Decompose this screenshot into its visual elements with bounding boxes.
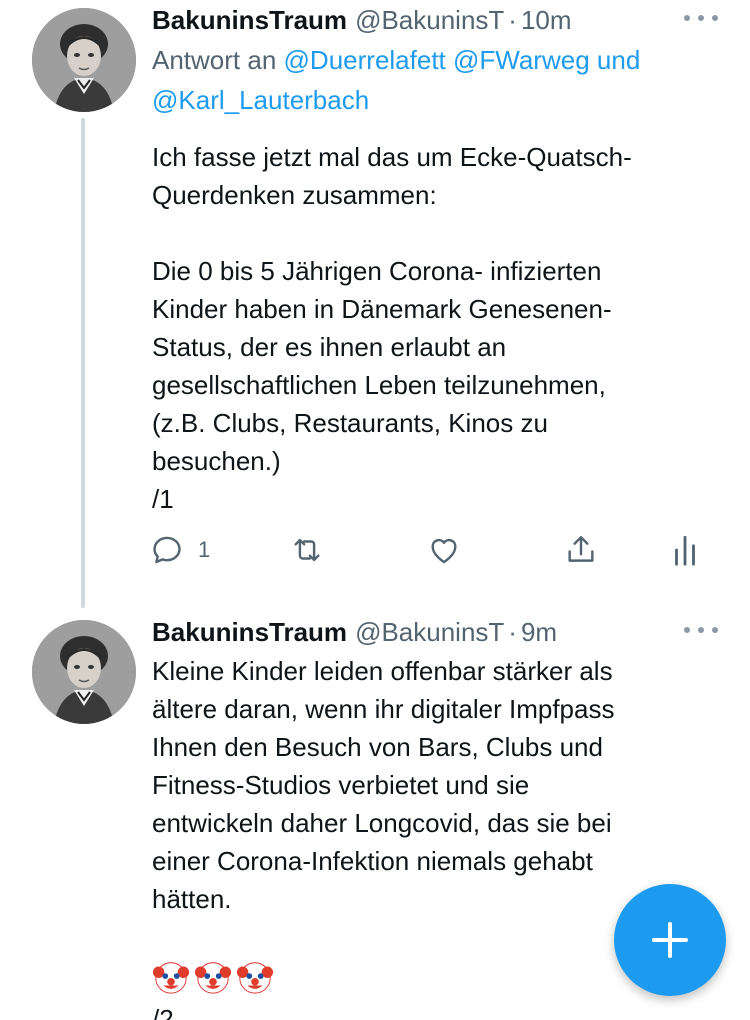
mention-link[interactable]: @Duerrelafett <box>284 45 446 75</box>
tweet-text: Ich fasse jetzt mal das um Ecke-Quatsch-… <box>152 142 632 514</box>
more-icon <box>684 627 690 633</box>
thread-connector-line <box>81 118 85 608</box>
tweet-1[interactable]: BakuninsTraum @BakuninsT · 10m Antwort a… <box>152 2 724 518</box>
separator-dot: · <box>508 617 517 647</box>
clown-face-emoji <box>194 962 232 994</box>
clown-face-emoji <box>152 962 190 994</box>
more-icon-dot <box>698 627 704 633</box>
timestamp[interactable]: 9m <box>521 614 557 650</box>
tweet-text: Kleine Kinder leiden offenbar stärker al… <box>152 656 615 914</box>
reply-prefix: Antwort an <box>152 45 277 75</box>
compose-tweet-button[interactable] <box>614 884 726 996</box>
timestamp[interactable]: 10m <box>521 2 572 38</box>
reply-and-text[interactable]: und <box>597 45 640 75</box>
more-icon-dot <box>712 15 718 21</box>
display-name[interactable]: BakuninsTraum <box>152 2 347 38</box>
retweet-button[interactable] <box>288 530 326 570</box>
more-icon <box>684 15 690 21</box>
mention-link[interactable]: @Karl_Lauterbach <box>152 85 369 115</box>
avatar-portrait <box>32 8 136 112</box>
like-icon <box>431 538 457 564</box>
more-icon-dot <box>712 627 718 633</box>
avatar[interactable] <box>32 620 136 724</box>
user-handle[interactable]: @BakuninsT <box>355 614 504 650</box>
separator-dot: · <box>508 5 517 35</box>
avatar-portrait <box>32 620 136 724</box>
reply-icon <box>153 536 181 564</box>
timeline: BakuninsTraum @BakuninsT · 10m Antwort a… <box>0 0 750 1020</box>
compose-plus-icon <box>652 922 688 958</box>
user-handle[interactable]: @BakuninsT <box>355 2 504 38</box>
tweet-header: BakuninsTraum @BakuninsT · 9m <box>152 614 724 650</box>
more-options-button[interactable] <box>684 618 718 642</box>
reply-context: Antwort an @Duerrelafett @FWarweg und @K… <box>152 40 724 120</box>
avatar[interactable] <box>32 8 136 112</box>
clown-face-emoji <box>236 962 274 994</box>
tweet-actions: 1 <box>150 530 710 570</box>
mention-link[interactable]: @FWarweg <box>453 45 590 75</box>
reply-count: 1 <box>198 537 211 562</box>
tweet-text-continuation: /2 <box>152 1004 174 1020</box>
display-name[interactable]: BakuninsTraum <box>152 614 347 650</box>
more-options-button[interactable] <box>684 6 718 30</box>
like-button[interactable] <box>426 530 462 570</box>
retweet-icon <box>294 538 320 562</box>
tweet-header: BakuninsTraum @BakuninsT · 10m <box>152 2 724 38</box>
reply-button[interactable]: 1 <box>150 530 210 570</box>
analytics-icon <box>675 535 695 566</box>
share-icon <box>568 536 594 562</box>
analytics-button[interactable] <box>670 530 700 570</box>
share-button[interactable] <box>564 530 598 570</box>
more-icon-dot <box>698 15 704 21</box>
